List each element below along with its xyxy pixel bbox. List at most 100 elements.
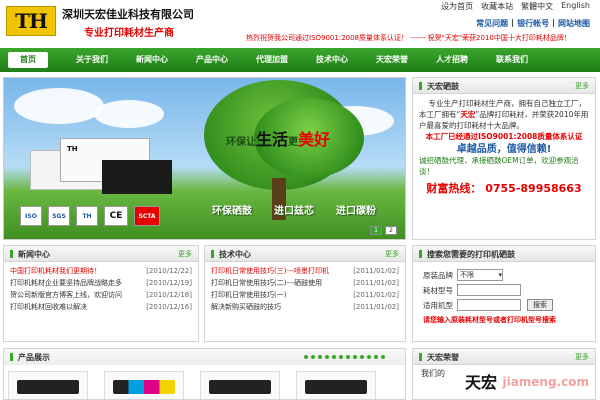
box-label: TH (67, 145, 78, 153)
carousel-dot[interactable] (304, 355, 308, 359)
carousel-dot[interactable] (325, 355, 329, 359)
news-title-text[interactable]: 打印机耗材企业要坚持品牌战略走多 (10, 277, 122, 289)
slogan-part: 让 (246, 137, 256, 148)
nav-products[interactable]: 产品中心 (182, 52, 242, 68)
faq-link[interactable]: 常见问题 (476, 18, 508, 29)
product-item[interactable] (104, 371, 184, 399)
bookmark-link[interactable]: 收藏本站 (481, 1, 513, 12)
list-item[interactable]: 打印机耗材回收难以解决 [2010/12/16] (10, 301, 192, 313)
separator: | (552, 18, 555, 27)
list-item[interactable]: 打印机日常使用技巧(二)---硒鼓使用 [2011/01/02] (211, 277, 399, 289)
nav-franchise[interactable]: 代理加盟 (242, 52, 302, 68)
tech-title-text[interactable]: 打印机日常使用技巧(二)---硒鼓使用 (211, 277, 322, 289)
model-row: 耗材型号 (423, 284, 585, 296)
nav-about[interactable]: 关于我们 (62, 52, 122, 68)
tech-more-link[interactable]: 更多 (385, 249, 399, 259)
honor-more-link[interactable]: 更多 (575, 352, 589, 362)
search-note: 请您输入原装耗材型号或者打印机型号搜索 (423, 316, 556, 324)
carousel-dot[interactable] (360, 355, 364, 359)
about-title: 天宏硒鼓 (427, 82, 459, 91)
english-link[interactable]: English (561, 1, 590, 12)
th-cert-icon: TH (76, 206, 98, 226)
section-marker (10, 353, 13, 361)
separator: | (511, 18, 515, 27)
banner-slogan: 环保让生活更美好 (226, 126, 330, 150)
news-title-text[interactable]: 打印机耗材回收难以解决 (10, 301, 87, 313)
model-input[interactable] (457, 284, 521, 296)
company-slogan: 专业打印耗材生产商 (84, 28, 174, 39)
product-item[interactable] (200, 371, 280, 399)
product-image (113, 380, 175, 394)
brand-select-value: 不限 (460, 271, 474, 279)
set-homepage-link[interactable]: 设为首页 (441, 1, 473, 12)
list-item[interactable]: 解决新购买硒鼓的技巧 [2011/01/02] (211, 301, 399, 313)
brand-row: 原装品牌 不限 ▾ (423, 269, 585, 281)
news-title-text[interactable]: 中国打印机耗材我们更期待！ (10, 265, 101, 277)
nav-contact[interactable]: 联系我们 (482, 52, 542, 68)
products-title: 产品展示 (18, 353, 50, 362)
list-item[interactable]: 打印机耗材企业要坚持品牌战略走多 [2010/12/19] (10, 277, 192, 289)
list-item[interactable]: 中国打印机耗材我们更期待！ [2010/12/22] (10, 265, 192, 277)
printer-input[interactable] (457, 299, 521, 311)
product-image (17, 380, 79, 394)
list-item[interactable]: 打印机日常使用技巧(三)---喷墨打印机 [2011/01/02] (211, 265, 399, 277)
iso-cert-icon: ISO (20, 206, 42, 226)
company-logo[interactable]: TH (6, 6, 56, 36)
nav-news[interactable]: 新闻中心 (122, 52, 182, 68)
carousel-dot[interactable] (339, 355, 343, 359)
search-button[interactable]: 搜索 (527, 299, 553, 311)
carousel-dot[interactable] (353, 355, 357, 359)
carousel-dot[interactable] (332, 355, 336, 359)
tech-date: [2011/01/02] (353, 303, 399, 311)
announcement-marquee[interactable]: 热烈祝贺我公司通过ISO9001:2008质量体系认证！ ------ 祝贺"天… (246, 33, 600, 43)
brand-label: 原装品牌 (423, 270, 453, 280)
nav-honor[interactable]: 天宏荣誉 (362, 52, 422, 68)
product-item[interactable] (296, 371, 376, 399)
sitemap-link[interactable]: 网站地图 (558, 18, 590, 29)
traditional-chinese-link[interactable]: 繁體中文 (521, 1, 553, 12)
top-links: 设为首页 收藏本站 繁體中文 English (441, 1, 590, 12)
slogan-part: 美好 (298, 130, 331, 149)
nav-tech[interactable]: 技术中心 (302, 52, 362, 68)
tech-header: 技术中心 更多 (205, 246, 405, 262)
list-item[interactable]: 打印机日常使用技巧(一) [2011/01/02] (211, 289, 399, 301)
carousel-dot[interactable] (374, 355, 378, 359)
tech-title-text[interactable]: 打印机日常使用技巧(三)---喷墨打印机 (211, 265, 329, 277)
tech-date: [2011/01/02] (353, 291, 399, 299)
search-header: 搜索您需要的打印机硒鼓 (413, 246, 595, 262)
news-more-link[interactable]: 更多 (178, 249, 192, 259)
carousel-dot[interactable] (381, 355, 385, 359)
tech-date: [2011/01/02] (353, 279, 399, 287)
list-item[interactable]: 贺公司新版官方博客上线，欢迎访问 [2010/12/18] (10, 289, 192, 301)
tech-title-text[interactable]: 解决新购买硒鼓的技巧 (211, 301, 281, 313)
section-marker (10, 250, 13, 258)
section-marker (419, 82, 422, 90)
main-nav: 首页 关于我们 新闻中心 产品中心 代理加盟 技术中心 天宏荣誉 人才招聘 联系… (0, 48, 600, 72)
watermark-text: jiameng.com (502, 375, 589, 389)
honor-image-text: 天宏 (465, 373, 498, 392)
about-more-link[interactable]: 更多 (575, 81, 589, 91)
slider-page-button[interactable]: 2 (385, 226, 397, 235)
carousel-dot[interactable] (318, 355, 322, 359)
news-title-text[interactable]: 贺公司新版官方博客上线，欢迎访问 (10, 289, 122, 301)
banner-tag: 环保硒鼓 (212, 206, 252, 217)
sgs-cert-icon: SGS (48, 206, 70, 226)
search-form: 原装品牌 不限 ▾ 耗材型号 适用机型 搜索 请您输入原装耗材型号或者打印机型号搜… (413, 262, 595, 329)
tech-title-text[interactable]: 打印机日常使用技巧(一) (211, 289, 286, 301)
carousel-dot[interactable] (311, 355, 315, 359)
news-date: [2010/12/18] (146, 291, 192, 299)
toner-cartridge-image (102, 160, 172, 194)
carousel-dot[interactable] (346, 355, 350, 359)
brand-select[interactable]: 不限 ▾ (457, 269, 503, 281)
slider-page-button[interactable]: 1 (370, 226, 382, 235)
hero-banner[interactable]: 环保让生活更美好 TH ISO SGS TH CE SCTA 环保硒鼓 进口兹芯… (3, 77, 406, 240)
product-item[interactable] (8, 371, 88, 399)
section-marker (211, 250, 214, 258)
nav-jobs[interactable]: 人才招聘 (422, 52, 482, 68)
nav-home[interactable]: 首页 (8, 52, 48, 68)
scta-cert-icon: SCTA (134, 206, 160, 226)
carousel-dot[interactable] (367, 355, 371, 359)
company-name: 深圳天宏佳业科技有限公司 (62, 8, 194, 21)
bank-account-link[interactable]: 银行帐号 (517, 18, 549, 29)
about-box: 天宏硒鼓 更多 专业生产打印耗材生产商，拥有自己独立工厂，本工厂拥有“天宏”品牌… (412, 77, 596, 240)
